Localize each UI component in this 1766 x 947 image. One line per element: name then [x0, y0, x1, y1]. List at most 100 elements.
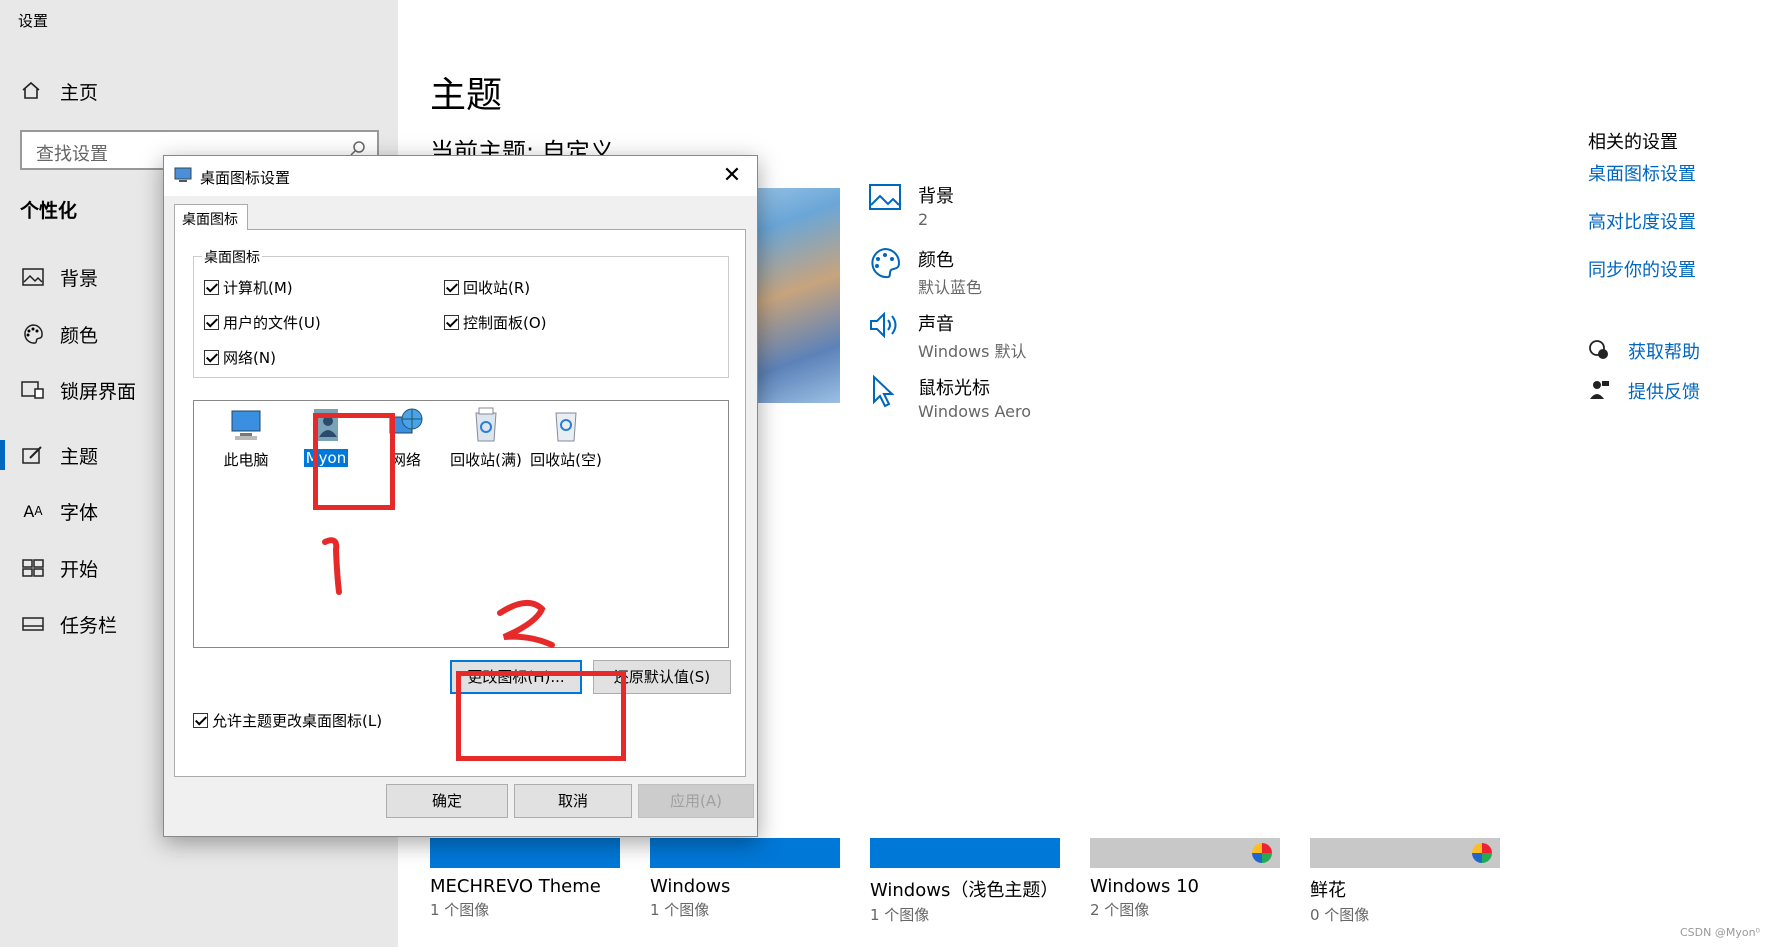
theme-prop-color[interactable]: 颜色 默认蓝色 [868, 246, 982, 298]
apply-button[interactable]: 应用(A) [638, 784, 754, 818]
checkbox-network[interactable]: 网络(N) [204, 347, 276, 368]
nav-home[interactable]: 主页 [20, 78, 98, 105]
close-icon[interactable]: ✕ [717, 162, 747, 190]
cursor-icon [868, 374, 904, 410]
theme-prop-sound[interactable]: 声音 Windows 默认 [868, 310, 1027, 362]
sidebar-item-label: 字体 [60, 501, 99, 524]
prop-value: 默认蓝色 [918, 278, 983, 297]
prop-value: 2 [918, 210, 929, 229]
color-wheel-icon [1472, 843, 1492, 863]
group-label: 桌面图标 [202, 247, 262, 267]
checkbox-box [444, 315, 459, 330]
annotation-mark-1-text: 1 [310, 530, 311, 531]
checkbox-box [204, 315, 219, 330]
theme-prop-cursor[interactable]: 鼠标光标 Windows Aero [868, 374, 1031, 421]
checkbox-label: 网络(N) [223, 349, 276, 367]
checkbox-label: 计算机(M) [223, 279, 293, 297]
theme-swatch [1090, 838, 1280, 868]
dialog-title: 桌面图标设置 [200, 169, 291, 187]
dialog-titlebar[interactable]: 桌面图标设置 ✕ [164, 156, 757, 196]
theme-swatch [870, 838, 1060, 868]
screen: 设置 主页 查找设置 个性化 背景 颜色 锁屏界面 主题 A A 字体 开始 任… [0, 0, 1766, 947]
feedback-person-icon [1588, 379, 1612, 403]
theme-name: 鲜花 [1310, 880, 1346, 901]
nav-home-label: 主页 [60, 82, 99, 104]
theme-card[interactable]: Windows（浅色主题） 1 个图像 [870, 838, 1060, 925]
theme-card[interactable]: MECHREVO Theme 1 个图像 [430, 838, 620, 920]
computer-icon [226, 405, 266, 445]
checkbox-recycle-bin[interactable]: 回收站(R) [444, 277, 530, 298]
prop-name: 声音 [918, 314, 954, 335]
high-contrast-link[interactable]: 高对比度设置 [1588, 208, 1696, 234]
get-help-link[interactable]: 获取帮助 [1588, 338, 1700, 364]
checkbox-label: 用户的文件(U) [223, 314, 321, 332]
icon-item-this-pc[interactable]: 此电脑 [206, 405, 286, 470]
checkbox-label: 允许主题更改桌面图标(L) [212, 712, 383, 730]
prop-name: 背景 [918, 186, 954, 207]
sidebar-item-label: 颜色 [60, 324, 99, 347]
icon-label: 回收站(空) [530, 451, 602, 469]
checkbox-box [204, 350, 219, 365]
checkbox-box [204, 280, 219, 295]
checkbox-control-panel[interactable]: 控制面板(O) [444, 312, 547, 333]
ok-button[interactable]: 确定 [386, 784, 508, 818]
color-wheel-icon [1252, 843, 1272, 863]
annotation-box-selected-icon [313, 413, 395, 510]
watermark: CSDN @Myon⁰ [1680, 926, 1760, 939]
cancel-button[interactable]: 取消 [514, 784, 632, 818]
checkbox-label: 控制面板(O) [463, 314, 547, 332]
icon-label: 网络 [390, 451, 421, 469]
search-placeholder: 查找设置 [36, 144, 108, 165]
theme-count: 2 个图像 [1090, 901, 1150, 919]
checkbox-box [193, 713, 208, 728]
sidebar-item-label: 锁屏界面 [60, 380, 137, 403]
checkbox-user-files[interactable]: 用户的文件(U) [204, 312, 321, 333]
tab-desktop-icons[interactable]: 桌面图标 [174, 204, 248, 230]
annotation-box-change-icon [456, 671, 626, 761]
active-indicator [0, 440, 5, 470]
feedback-link[interactable]: 提供反馈 [1588, 378, 1700, 404]
window-title: 设置 [18, 12, 49, 30]
prop-name: 颜色 [918, 250, 954, 271]
icon-list[interactable]: 此电脑 Myon 网络 回收站(满) 回收站(空) [193, 400, 729, 648]
sidebar-item-label: 背景 [60, 267, 99, 290]
annotation-mark-2: 2 [490, 595, 555, 648]
theme-prop-background[interactable]: 背景 2 [868, 182, 954, 229]
theme-count: 0 个图像 [1310, 906, 1370, 924]
theme-count: 1 个图像 [650, 901, 710, 919]
icon-item-recycle-full[interactable]: 回收站(满) [446, 405, 526, 470]
prop-value: Windows Aero [918, 402, 1032, 421]
icon-label: 此电脑 [223, 451, 269, 469]
theme-name: Windows 10 [1090, 876, 1199, 897]
sync-settings-link[interactable]: 同步你的设置 [1588, 256, 1696, 282]
desktop-icon-settings-link[interactable]: 桌面图标设置 [1588, 160, 1696, 186]
checkbox-box [444, 280, 459, 295]
theme-count: 1 个图像 [430, 901, 490, 919]
sidebar-item-label: 主题 [60, 445, 99, 468]
icon-item-recycle-empty[interactable]: 回收站(空) [526, 405, 606, 470]
theme-card[interactable]: Windows 1 个图像 [650, 838, 840, 920]
image-icon [20, 264, 46, 290]
help-chat-icon [1588, 339, 1612, 363]
lockscreen-icon [20, 377, 46, 403]
feedback-label: 提供反馈 [1628, 382, 1700, 403]
checkbox-computer[interactable]: 计算机(M) [204, 277, 293, 298]
palette-icon [20, 321, 46, 347]
theme-count: 1 个图像 [870, 906, 930, 924]
palette-icon [868, 246, 904, 282]
related-settings-heading: 相关的设置 [1588, 132, 1678, 153]
theme-card[interactable]: 鲜花 0 个图像 [1310, 838, 1500, 925]
font-icon: AA [23, 501, 43, 521]
theme-card[interactable]: Windows 10 2 个图像 [1090, 838, 1280, 920]
start-icon [20, 555, 46, 581]
annotation-mark-1: 1 [310, 530, 342, 595]
speaker-icon [868, 310, 904, 346]
checkbox-label: 回收站(R) [463, 279, 531, 297]
sidebar-item-label: 开始 [60, 558, 99, 581]
theme-swatch [430, 838, 620, 868]
sidebar-item-label: 任务栏 [60, 614, 118, 637]
checkbox-allow-themes[interactable]: 允许主题更改桌面图标(L) [193, 710, 382, 731]
annotation-mark-2-text: 2 [490, 595, 491, 596]
recycle-bin-full-icon [466, 405, 506, 445]
desktop-icons-group: 桌面图标 计算机(M) 回收站(R) 用户的文件(U) 控制面板(O) 网络(N… [193, 247, 729, 378]
